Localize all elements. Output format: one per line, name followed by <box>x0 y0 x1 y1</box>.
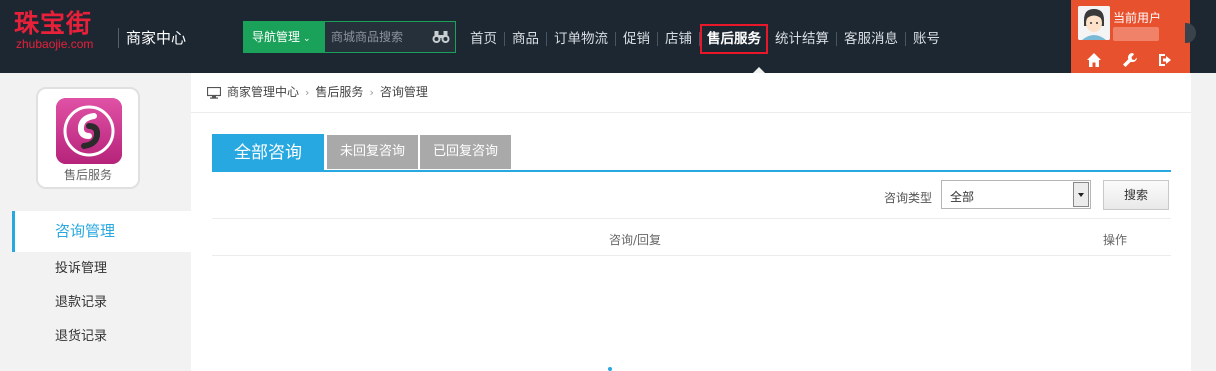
menu-item-home[interactable]: 首页 <box>463 24 504 54</box>
breadcrumb-item[interactable]: 商家管理中心 <box>227 72 299 113</box>
search-input[interactable] <box>325 22 429 52</box>
scroll-tab[interactable] <box>1185 23 1196 43</box>
site-logo[interactable]: 珠宝街 zhubaojie.com <box>14 10 100 56</box>
menu-item-service-messages[interactable]: 客服消息 <box>837 24 905 54</box>
user-actions <box>1071 52 1190 70</box>
user-avatar-icon <box>1078 6 1110 40</box>
avatar[interactable] <box>1078 6 1110 40</box>
menu-item-account[interactable]: 账号 <box>906 24 947 54</box>
menu-item-orders[interactable]: 订单物流 <box>547 24 615 54</box>
main-panel: 商家管理中心 › 售后服务 › 咨询管理 全部咨询 未回复咨询 已回复咨询 咨询… <box>191 73 1191 371</box>
page-gutter <box>1191 73 1216 371</box>
user-panel: 当前用户 <box>1071 0 1190 73</box>
breadcrumb: 商家管理中心 › 售后服务 › 咨询管理 <box>191 73 1191 113</box>
chevron-down-icon: ⌄ <box>303 34 311 44</box>
menu-item-goods[interactable]: 商品 <box>505 24 546 54</box>
menu-item-after-sales[interactable]: 售后服务 <box>700 24 768 54</box>
logout-icon[interactable] <box>1157 52 1173 68</box>
sidebar-item-consultation[interactable]: 咨询管理 <box>12 211 191 252</box>
app-tile-label: 售后服务 <box>63 168 112 182</box>
consultation-type-label: 咨询类型 <box>884 191 933 205</box>
top-bar: 珠宝街 zhubaojie.com 商家中心 导航管理⌄ 首页 商品 订单物流 … <box>0 0 1216 73</box>
sidebar-item-complaints[interactable]: 投诉管理 <box>12 252 191 286</box>
menu-item-statistics[interactable]: 统计结算 <box>768 24 836 54</box>
tab-replied[interactable]: 已回复咨询 <box>420 135 511 169</box>
wrench-icon[interactable] <box>1122 52 1138 68</box>
breadcrumb-item[interactable]: 售后服务 <box>315 72 363 113</box>
consultation-tabs: 全部咨询 未回复咨询 已回复咨询 <box>212 134 1171 172</box>
home-icon[interactable] <box>1086 52 1102 68</box>
select-value: 全部 <box>950 190 975 204</box>
breadcrumb-item: 咨询管理 <box>379 85 428 99</box>
divider <box>118 28 119 48</box>
filter-bar: 咨询类型 全部 搜索 <box>191 179 1191 219</box>
after-sales-app-tile[interactable]: 售后服务 <box>36 87 140 189</box>
chevron-right-icon: › <box>369 86 374 99</box>
side-menu: 咨询管理 投诉管理 退款记录 退货记录 <box>12 211 191 354</box>
nav-manage-dropdown[interactable]: 导航管理 ⌄ <box>243 21 324 53</box>
tab-all-consultations[interactable]: 全部咨询 <box>212 134 324 170</box>
sidebar: 售后服务 咨询管理 投诉管理 退款记录 退货记录 <box>0 73 191 371</box>
nav-dropdown-label: 导航管理 <box>252 30 301 44</box>
menu-item-promotion[interactable]: 促销 <box>616 24 657 54</box>
merchant-center-title: 商家中心 <box>126 29 187 47</box>
after-sales-app-icon <box>56 98 122 164</box>
sidebar-item-refunds[interactable]: 退款记录 <box>12 286 191 320</box>
column-actions: 操作 <box>1103 233 1128 247</box>
product-search <box>324 21 456 53</box>
consultation-type-select[interactable]: 全部 <box>941 180 1091 209</box>
chevron-right-icon: › <box>305 86 310 99</box>
logo-en: zhubaojie.com <box>16 37 94 51</box>
dropdown-arrow-icon[interactable] <box>1073 182 1089 207</box>
loading-dot <box>608 367 612 371</box>
monitor-icon <box>207 86 221 99</box>
binoculars-icon[interactable] <box>432 30 450 44</box>
menu-item-store[interactable]: 店铺 <box>658 24 699 54</box>
search-button[interactable]: 搜索 <box>1103 180 1169 210</box>
tab-unreplied[interactable]: 未回复咨询 <box>327 135 418 169</box>
table-header: 咨询/回复 操作 <box>212 218 1171 256</box>
column-consult-reply: 咨询/回复 <box>609 233 662 247</box>
username-blurred <box>1113 27 1159 41</box>
main-menu: 首页 商品 订单物流 促销 店铺 售后服务 统计结算 客服消息 账号 <box>463 24 947 54</box>
current-user-label: 当前用户 <box>1113 11 1162 25</box>
logo-cn: 珠宝街 <box>14 9 93 38</box>
sidebar-item-returns[interactable]: 退货记录 <box>12 320 191 354</box>
